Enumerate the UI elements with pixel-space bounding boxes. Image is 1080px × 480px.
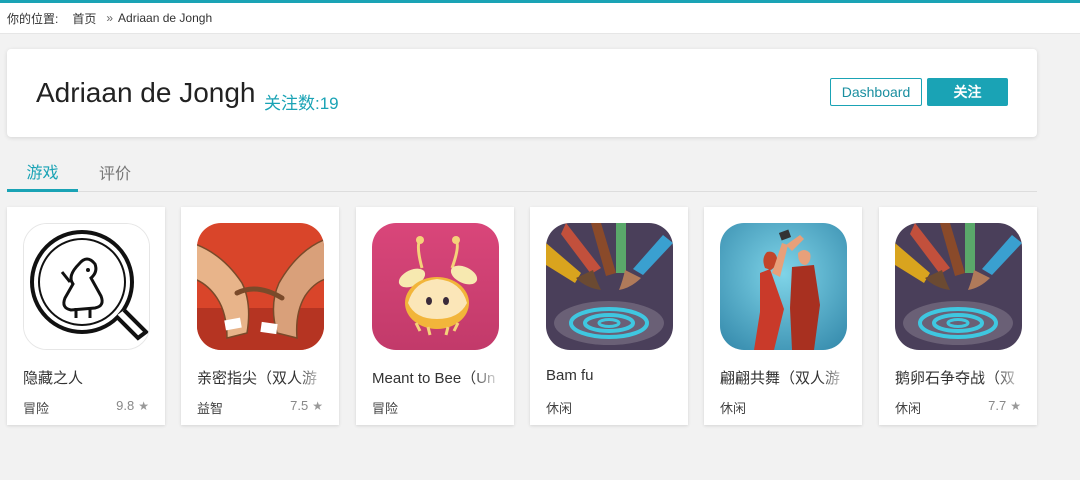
bam-fu-icon <box>546 223 673 350</box>
title-fade <box>820 367 850 387</box>
game-rating: 7.5 ★ <box>290 398 323 413</box>
game-category: 冒险 <box>23 401 50 416</box>
game-title: 亲密指尖（双人游 <box>197 367 327 388</box>
rating-value: 7.5 <box>290 398 309 413</box>
rating-value: 9.8 <box>116 398 135 413</box>
game-card[interactable]: Bam fu 休闲 <box>530 207 688 425</box>
game-category: 休闲 <box>546 401 573 416</box>
game-rating: 7.7 ★ <box>988 398 1021 413</box>
game-category: 冒险 <box>372 401 399 416</box>
game-title-text: Bam fu <box>546 367 594 384</box>
breadcrumb-home-link[interactable]: 首页 <box>72 10 96 27</box>
fingle-icon <box>197 223 324 350</box>
tab-games[interactable]: 游戏 <box>7 152 78 192</box>
game-title: 鹅卵石争夺战（双 <box>895 367 1025 388</box>
breadcrumb-separator: » <box>106 11 114 25</box>
title-fade <box>297 367 327 387</box>
bam-fu-icon <box>895 223 1022 350</box>
star-icon: ★ <box>312 399 323 413</box>
game-title: Meant to Bee（Un <box>372 367 502 388</box>
star-icon: ★ <box>1010 399 1021 413</box>
dancing-couple-icon <box>720 223 847 350</box>
game-title: 翩翩共舞（双人游 <box>720 367 850 388</box>
game-card[interactable]: 隐藏之人 冒险 9.8 ★ <box>7 207 165 425</box>
hidden-folks-icon <box>23 223 150 350</box>
follow-button[interactable]: 关注 <box>927 78 1008 106</box>
rating-value: 7.7 <box>988 398 1007 413</box>
title-fade <box>995 367 1025 387</box>
content-tabs: 游戏 评价 <box>7 152 1037 192</box>
star-icon: ★ <box>138 399 149 413</box>
game-category: 休闲 <box>720 401 747 416</box>
game-category: 休闲 <box>895 401 922 416</box>
follower-count: 关注数:19 <box>264 94 339 113</box>
game-card[interactable]: 亲密指尖（双人游 益智 7.5 ★ <box>181 207 339 425</box>
breadcrumb-current: Adriaan de Jongh <box>118 11 213 25</box>
game-title: Bam fu <box>546 367 676 384</box>
game-rating: 9.8 ★ <box>116 398 149 413</box>
game-card[interactable]: Meant to Bee（Un 冒险 <box>356 207 514 425</box>
dashboard-button[interactable]: Dashboard <box>830 78 922 106</box>
game-category: 益智 <box>197 401 224 416</box>
breadcrumb-label: 你的位置: <box>7 11 59 26</box>
game-card[interactable]: 翩翩共舞（双人游 休闲 <box>704 207 862 425</box>
game-title-text: 隐藏之人 <box>23 370 84 387</box>
breadcrumb: 你的位置: 首页 » Adriaan de Jongh <box>0 3 1080 34</box>
game-title: 隐藏之人 <box>23 367 153 388</box>
title-fade <box>472 367 502 387</box>
meant-to-bee-icon <box>372 223 499 350</box>
game-card[interactable]: 鹅卵石争夺战（双 休闲 7.7 ★ <box>879 207 1037 425</box>
tab-reviews[interactable]: 评价 <box>79 152 151 192</box>
developer-name: Adriaan de Jongh <box>36 77 256 108</box>
developer-header-card: Adriaan de Jongh 关注数:19 Dashboard 关注 <box>7 49 1037 137</box>
